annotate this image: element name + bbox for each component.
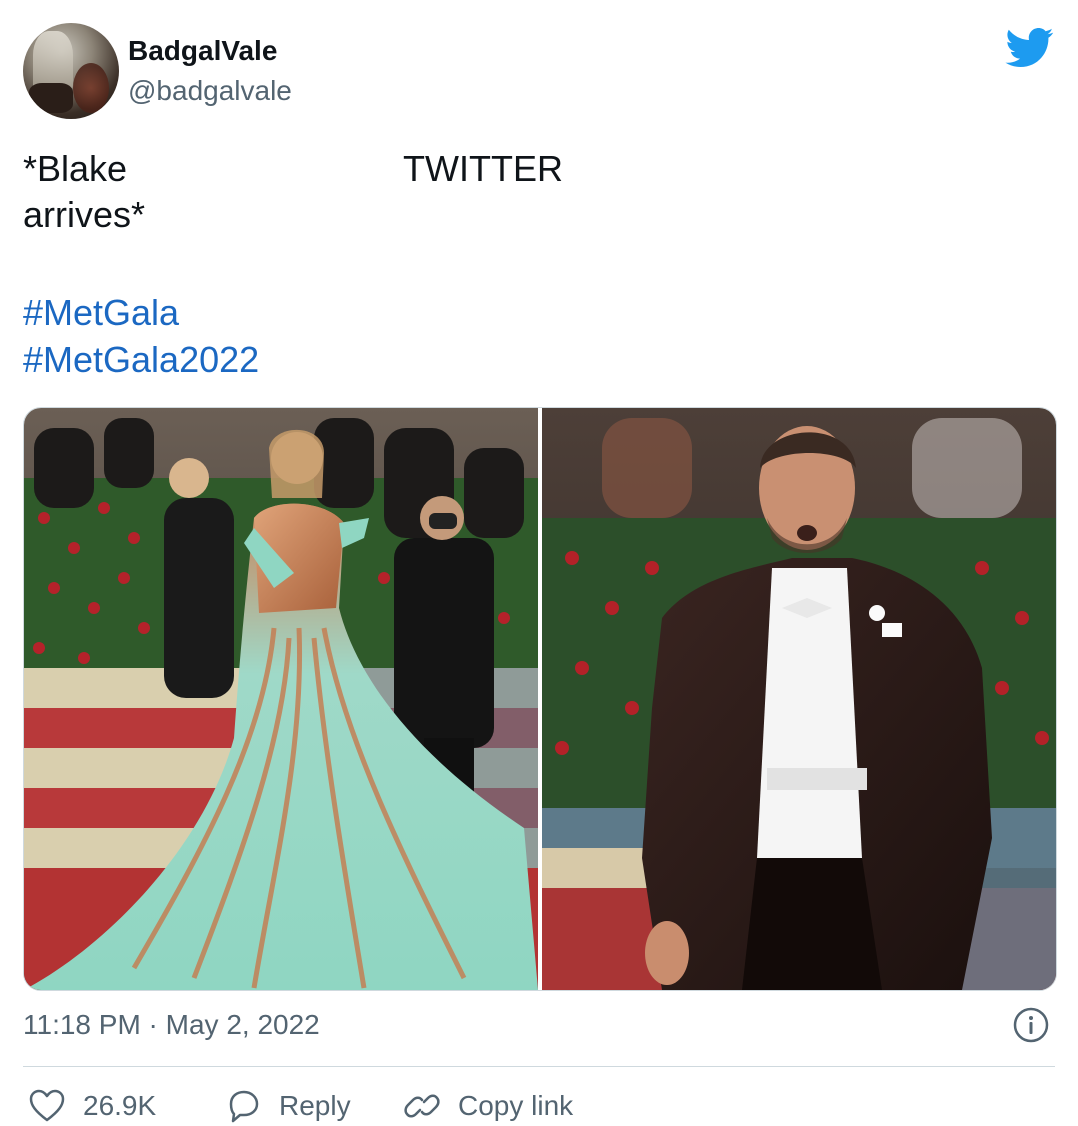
tweet-text-left: *Blake arrives* <box>23 148 146 235</box>
heart-icon <box>29 1089 65 1122</box>
like-button[interactable]: 26.9K <box>27 1086 156 1126</box>
like-count: 26.9K <box>83 1090 157 1121</box>
embedded-tweet: BadgalVale @badgalvale *Blake arrives* T… <box>0 0 1078 1126</box>
hashtag-metgala2022[interactable]: #MetGala2022 <box>23 337 259 383</box>
info-icon[interactable] <box>1013 1007 1049 1043</box>
divider <box>23 1066 1055 1067</box>
author-display-name[interactable]: BadgalVale <box>128 34 277 68</box>
tweet-text-right: TWITTER <box>403 148 563 189</box>
media-grid <box>23 407 1057 991</box>
left-photo[interactable] <box>24 408 538 990</box>
hashtag-metgala[interactable]: #MetGala <box>23 290 179 336</box>
avatar[interactable] <box>23 23 119 119</box>
copy-link-label: Copy link <box>458 1090 574 1121</box>
right-photo[interactable] <box>542 408 1056 990</box>
reply-button[interactable]: Reply <box>223 1086 351 1126</box>
author-handle[interactable]: @badgalvale <box>128 74 292 108</box>
tweet-timestamp[interactable]: 11:18 PM · May 2, 2022 <box>23 1007 320 1043</box>
link-icon <box>404 1094 440 1118</box>
twitter-bird-icon[interactable] <box>1005 28 1055 68</box>
speech-bubble-icon <box>229 1090 259 1123</box>
copy-link-button[interactable]: Copy link <box>402 1086 573 1126</box>
reply-label: Reply <box>279 1090 351 1121</box>
